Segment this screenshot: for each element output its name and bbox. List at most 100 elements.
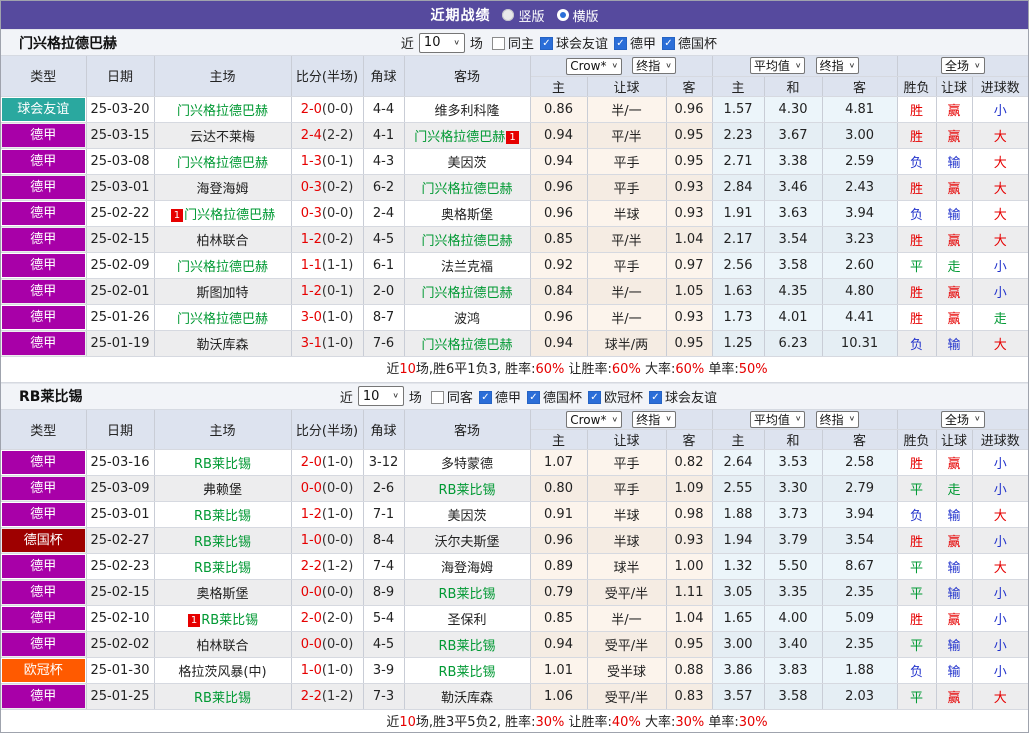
match-score: 2-0(1-0) [291, 449, 364, 476]
final-odds-select-2[interactable]: 终指 ∨ [815, 57, 860, 75]
league-checkbox[interactable]: ✓ [478, 390, 492, 404]
away-team-link[interactable]: 多特蒙德 [441, 457, 493, 472]
filter-controls: 近 10 ∨ 场 同主 ✓ 球会友谊 ✓ 德甲 ✓ 德国杯 [401, 30, 717, 55]
away-team-link[interactable]: 美因茨 [447, 509, 486, 524]
match-row: 德甲 25-01-26 门兴格拉德巴赫 3-0(1-0) 8-7 波鸿 0.96 半/一 0.9… [1, 304, 1028, 331]
home-team-link[interactable]: 格拉茨风暴(中) [178, 665, 266, 680]
away-team-link[interactable]: 圣保利 [447, 613, 486, 628]
match-date: 25-03-20 [86, 96, 155, 123]
away-team-link[interactable]: 维多利科隆 [434, 104, 499, 119]
handicap-away-odds: 0.88 [666, 657, 713, 684]
sub-col-handicap: 让球 [587, 429, 667, 450]
avg-draw-odds: 3.58 [764, 252, 823, 279]
away-team-link[interactable]: 波鸿 [454, 312, 480, 327]
average-select[interactable]: 平均值 ∨ [749, 410, 806, 428]
fullmatch-select[interactable]: 全场 ∨ [940, 57, 985, 75]
home-team-link[interactable]: 门兴格拉德巴赫 [184, 208, 275, 223]
same-venue-label: 同客 [446, 390, 473, 406]
match-date: 25-01-25 [86, 683, 155, 710]
league-filter: ✓ 欧冠杯 [582, 387, 643, 406]
home-team-cell: 斯图加特 [154, 278, 292, 305]
match-count-select[interactable]: 10 ∨ [418, 32, 465, 53]
avg-away-odds: 4.41 [822, 304, 898, 331]
fullmatch-select[interactable]: 全场 ∨ [940, 410, 985, 428]
same-venue-checkbox[interactable] [491, 37, 505, 50]
summary-segment: 50% [738, 361, 768, 377]
final-odds-select-2[interactable]: 终指 ∨ [815, 410, 860, 428]
home-team-link[interactable]: 柏林联合 [196, 639, 248, 654]
away-team-link[interactable]: 勒沃库森 [441, 691, 493, 706]
league-label: 德国杯 [677, 37, 717, 52]
avg-home-odds: 2.17 [712, 226, 765, 253]
league-checkbox[interactable]: ✓ [587, 390, 601, 404]
home-team-link[interactable]: 门兴格拉德巴赫 [177, 260, 268, 275]
away-team-link[interactable]: 奥格斯堡 [441, 208, 493, 223]
home-team-link[interactable]: 奥格斯堡 [196, 587, 248, 602]
match-date: 25-03-09 [86, 475, 155, 502]
home-team-link[interactable]: RB莱比锡 [201, 613, 258, 628]
final-odds-select[interactable]: 终指 ∨ [632, 57, 676, 74]
away-team-cell: 美因茨 [404, 148, 531, 175]
home-team-link[interactable]: 海登海姆 [196, 182, 248, 197]
league-checkbox[interactable]: ✓ [648, 390, 662, 404]
handicap-away-odds: 0.95 [666, 631, 713, 658]
result-goals: 小 [972, 605, 1028, 632]
radio-horizontal-layout[interactable]: 横版 [556, 6, 599, 25]
away-team-link[interactable]: RB莱比锡 [439, 665, 496, 680]
handicap-line: 球半 [587, 553, 667, 580]
away-team-link[interactable]: 美因茨 [447, 156, 486, 171]
avg-home-odds: 1.32 [712, 553, 765, 580]
away-team-link[interactable]: RB莱比锡 [439, 587, 496, 602]
avg-draw-odds: 3.54 [764, 226, 823, 253]
home-team-link[interactable]: 门兴格拉德巴赫 [177, 156, 268, 171]
home-team-link[interactable]: 门兴格拉德巴赫 [177, 104, 268, 119]
away-team-link[interactable]: 法兰克福 [441, 260, 493, 275]
handicap-line: 半/一 [587, 304, 667, 331]
home-team-link[interactable]: 门兴格拉德巴赫 [177, 312, 268, 327]
home-team-link[interactable]: 弗赖堡 [203, 483, 242, 498]
avg-home-odds: 3.00 [712, 631, 765, 658]
final-odds-select[interactable]: 终指 ∨ [632, 410, 676, 428]
away-team-link[interactable]: 门兴格拉德巴赫 [414, 130, 505, 145]
away-team-link[interactable]: 门兴格拉德巴赫 [421, 182, 512, 197]
away-team-link[interactable]: 沃尔夫斯堡 [434, 535, 499, 550]
home-team-link[interactable]: 柏林联合 [196, 234, 248, 249]
average-select[interactable]: 平均值 ∨ [749, 57, 806, 75]
home-team-link[interactable]: RB莱比锡 [194, 457, 251, 472]
league-checkbox[interactable]: ✓ [661, 37, 675, 50]
league-checkbox[interactable]: ✓ [613, 37, 627, 50]
bookmaker-select[interactable]: Crow* ∨ [566, 411, 623, 428]
match-count-select[interactable]: 10 ∨ [357, 386, 404, 406]
home-team-cell: RB莱比锡 [154, 449, 292, 476]
radio-vertical-layout[interactable]: 竖版 [502, 6, 545, 25]
home-team-link[interactable]: RB莱比锡 [194, 691, 251, 706]
same-venue-checkbox[interactable] [430, 390, 444, 404]
home-team-link[interactable]: 勒沃库森 [196, 338, 248, 353]
match-type-badge: 德甲 [2, 149, 85, 173]
avg-away-odds: 4.80 [822, 278, 898, 305]
away-team-link[interactable]: RB莱比锡 [439, 483, 496, 498]
handicap-line: 平手 [587, 174, 667, 201]
league-checkbox[interactable]: ✓ [526, 390, 540, 404]
away-team-link[interactable]: RB莱比锡 [439, 639, 496, 654]
home-team-link[interactable]: 云达不莱梅 [190, 130, 255, 145]
bookmaker-select[interactable]: Crow* ∨ [566, 57, 623, 75]
match-date: 25-03-16 [86, 449, 155, 476]
home-team-link[interactable]: RB莱比锡 [194, 535, 251, 550]
halftime-score: (0-1) [321, 283, 354, 299]
away-team-link[interactable]: 门兴格拉德巴赫 [421, 286, 512, 301]
result-handicap: 输 [936, 148, 973, 175]
away-team-link[interactable]: 门兴格拉德巴赫 [421, 234, 512, 249]
home-team-link[interactable]: RB莱比锡 [194, 509, 251, 524]
away-team-link[interactable]: 门兴格拉德巴赫 [421, 338, 512, 353]
result-handicap: 走 [936, 475, 973, 502]
sub-col-avg-home: 主 [712, 76, 765, 97]
avg-away-odds: 3.94 [822, 200, 898, 227]
league-checkbox[interactable]: ✓ [539, 37, 553, 50]
away-team-link[interactable]: 海登海姆 [441, 561, 493, 576]
card-badge: 1 [187, 614, 201, 627]
home-team-link[interactable]: 斯图加特 [196, 286, 248, 301]
match-type-cell: 德甲 [1, 226, 87, 253]
home-team-link[interactable]: RB莱比锡 [194, 561, 251, 576]
away-team-cell: RB莱比锡 [404, 631, 531, 658]
